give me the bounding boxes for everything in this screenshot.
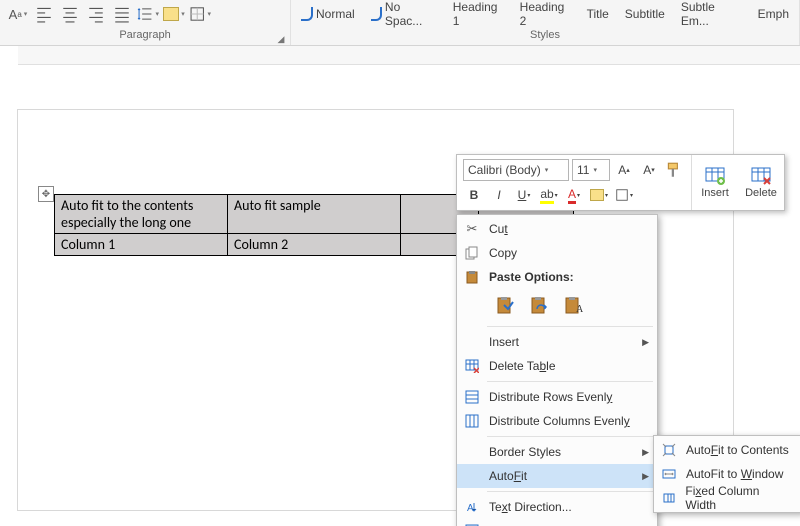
document-area: ✥ Auto fit to the contents especially th… — [0, 46, 800, 526]
ribbon: Aa▾ ▾ ▾ ▾ Paragraph◢ Normal No Spac... H… — [0, 0, 800, 46]
context-menu: ✂Cut Copy Paste Options: A Insert▶ Delet… — [456, 214, 658, 526]
ctx-insert-caption[interactable]: Insert Caption... — [457, 519, 657, 526]
dist-cols-icon — [463, 412, 481, 430]
styles-gallery[interactable]: Normal No Spac... Heading 1 Heading 2 Ti… — [291, 0, 799, 28]
paste-icon — [463, 268, 481, 286]
borders-mini-button[interactable]: ▾ — [613, 184, 635, 206]
mini-toolbar: Calibri (Body)▾ 11▾ A▴ A▾ B I U▾ ab▾ A▾ … — [456, 154, 785, 211]
ctx-insert[interactable]: Insert▶ — [457, 330, 657, 354]
table-cell[interactable]: Column 2 — [228, 234, 401, 256]
table-cell[interactable]: Column 1 — [55, 234, 228, 256]
table-cell[interactable]: Auto fit sample — [228, 195, 401, 234]
style-heading2[interactable]: Heading 2 — [512, 0, 579, 28]
ctx-delete-table[interactable]: Delete Table — [457, 354, 657, 378]
paragraph-buttons: Aa▾ ▾ ▾ ▾ — [0, 0, 290, 28]
paragraph-group: Aa▾ ▾ ▾ ▾ Paragraph◢ — [0, 0, 291, 45]
line-spacing-button[interactable]: ▾ — [136, 2, 160, 26]
style-subtle-em[interactable]: Subtle Em... — [673, 0, 750, 28]
format-painter-button[interactable] — [663, 159, 685, 181]
paste-text-only[interactable]: A — [559, 291, 587, 319]
copy-icon — [463, 244, 481, 262]
style-emphasis[interactable]: Emph — [750, 0, 797, 28]
table-move-handle[interactable]: ✥ — [38, 186, 54, 202]
autofit-contents[interactable]: AutoFit to Contents — [654, 438, 800, 462]
table-delete-icon — [751, 167, 771, 185]
style-title[interactable]: Title — [579, 0, 617, 28]
style-normal[interactable]: Normal — [293, 0, 363, 28]
align-left-button[interactable] — [32, 2, 56, 26]
paste-keep-formatting[interactable] — [491, 291, 519, 319]
svg-text:A: A — [467, 503, 474, 514]
ctx-cut[interactable]: ✂Cut — [457, 217, 657, 241]
style-heading1[interactable]: Heading 1 — [445, 0, 512, 28]
paragraph-launcher-icon[interactable]: ◢ — [276, 32, 286, 42]
shading-button[interactable]: ▾ — [162, 2, 186, 26]
ctx-dist-cols[interactable]: Distribute Columns Evenly — [457, 409, 657, 433]
font-family-combo[interactable]: Calibri (Body)▾ — [463, 159, 569, 181]
grow-font-button[interactable]: A▴ — [613, 159, 635, 181]
underline-button[interactable]: U▾ — [513, 184, 535, 206]
insert-table-button[interactable]: Insert — [692, 155, 738, 210]
paste-merge-formatting[interactable] — [525, 291, 553, 319]
table-insert-icon — [705, 167, 725, 185]
autofit-submenu: AutoFit to Contents AutoFit to Window Fi… — [653, 435, 800, 513]
text-direction-icon: A — [463, 498, 481, 516]
style-subtitle[interactable]: Subtitle — [617, 0, 673, 28]
fixed-width-icon — [660, 489, 677, 507]
styles-label: Styles — [291, 28, 799, 44]
shrink-font-button[interactable]: A▾ — [638, 159, 660, 181]
table-cell[interactable]: Auto fit to the contents especially the … — [55, 195, 228, 234]
delete-table-button[interactable]: Delete — [738, 155, 784, 210]
ctx-paste-options: Paste Options: — [457, 265, 657, 289]
borders-button[interactable]: ▾ — [188, 2, 212, 26]
ctx-border-styles[interactable]: Border Styles▶ — [457, 440, 657, 464]
cut-icon: ✂ — [463, 220, 481, 238]
autofit-contents-icon — [660, 441, 678, 459]
italic-button[interactable]: I — [488, 184, 510, 206]
ctx-dist-rows[interactable]: Distribute Rows Evenly — [457, 385, 657, 409]
ctx-text-direction[interactable]: AText Direction... — [457, 495, 657, 519]
delete-table-icon — [463, 357, 481, 375]
ctx-autofit[interactable]: AutoFit▶ — [457, 464, 657, 488]
svg-text:A: A — [576, 304, 583, 315]
font-size-combo[interactable]: 11▾ — [572, 159, 610, 181]
paste-options-row: A — [457, 289, 657, 323]
paragraph-label: Paragraph◢ — [0, 28, 290, 44]
font-color-button[interactable]: A▾ — [563, 184, 585, 206]
bold-button[interactable]: B — [463, 184, 485, 206]
align-center-button[interactable] — [58, 2, 82, 26]
highlight-button[interactable]: ab▾ — [538, 184, 560, 206]
autofit-window[interactable]: AutoFit to Window — [654, 462, 800, 486]
change-case-button[interactable]: Aa▾ — [6, 2, 30, 26]
caption-icon — [463, 522, 481, 526]
shading-mini-button[interactable]: ▾ — [588, 184, 610, 206]
ruler[interactable] — [18, 46, 800, 65]
fixed-column-width[interactable]: Fixed Column Width — [654, 486, 800, 510]
dist-rows-icon — [463, 388, 481, 406]
ctx-copy[interactable]: Copy — [457, 241, 657, 265]
justify-button[interactable] — [110, 2, 134, 26]
align-right-button[interactable] — [84, 2, 108, 26]
styles-group: Normal No Spac... Heading 1 Heading 2 Ti… — [291, 0, 800, 45]
autofit-window-icon — [660, 465, 678, 483]
style-no-spacing[interactable]: No Spac... — [363, 0, 445, 28]
